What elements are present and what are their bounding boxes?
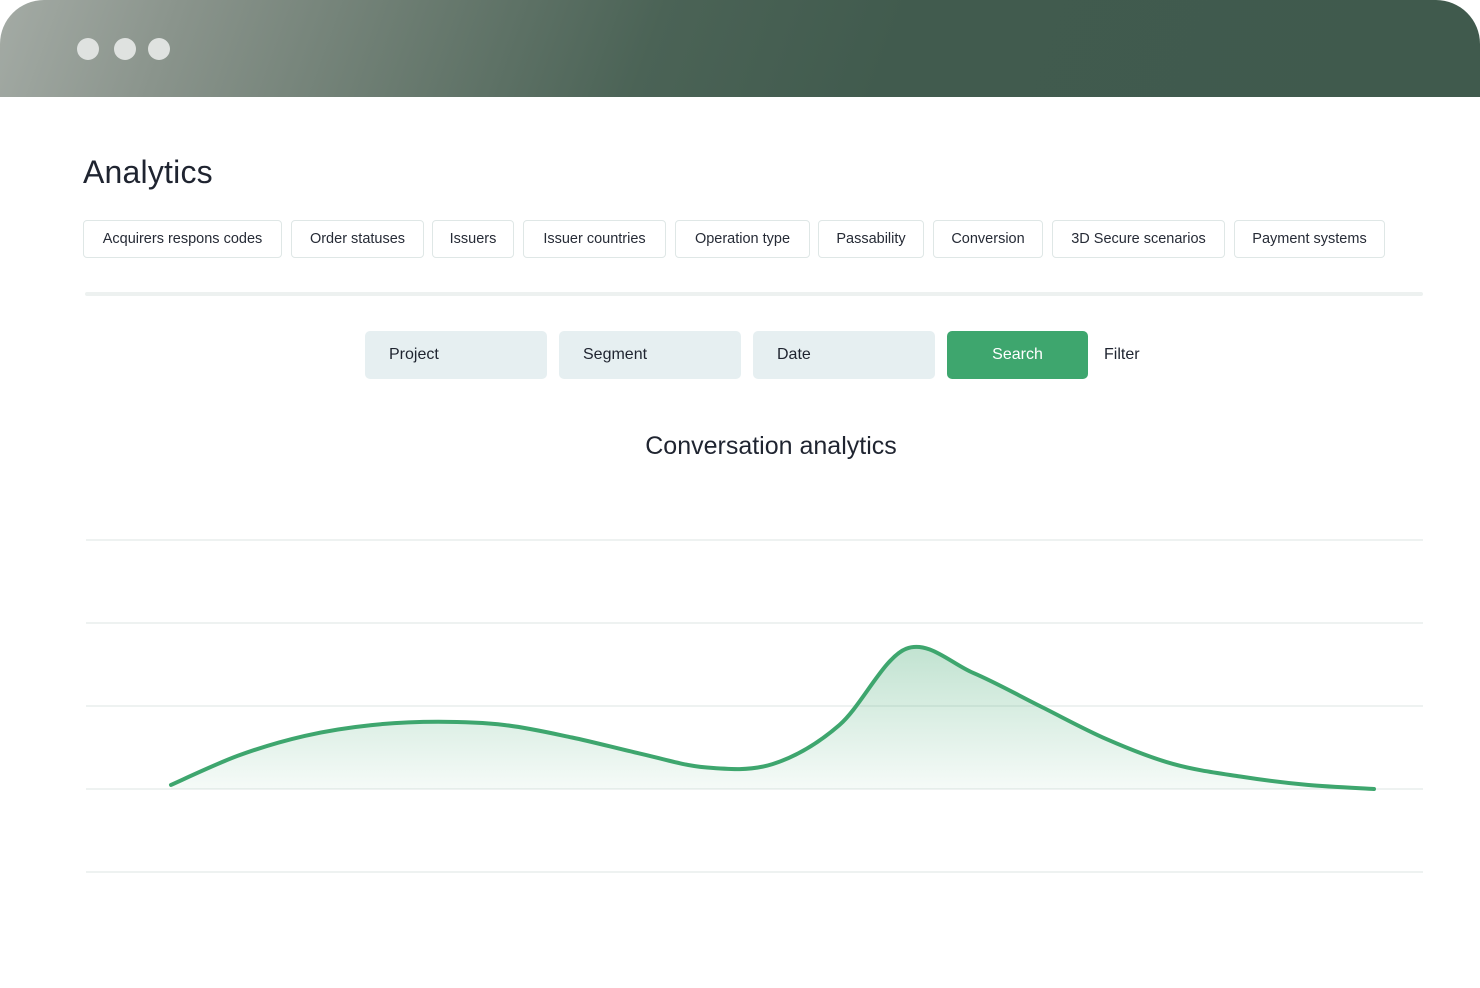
app-window: Analytics Acquirers respons codes Order … (0, 0, 1480, 988)
area-chart (86, 539, 1423, 873)
